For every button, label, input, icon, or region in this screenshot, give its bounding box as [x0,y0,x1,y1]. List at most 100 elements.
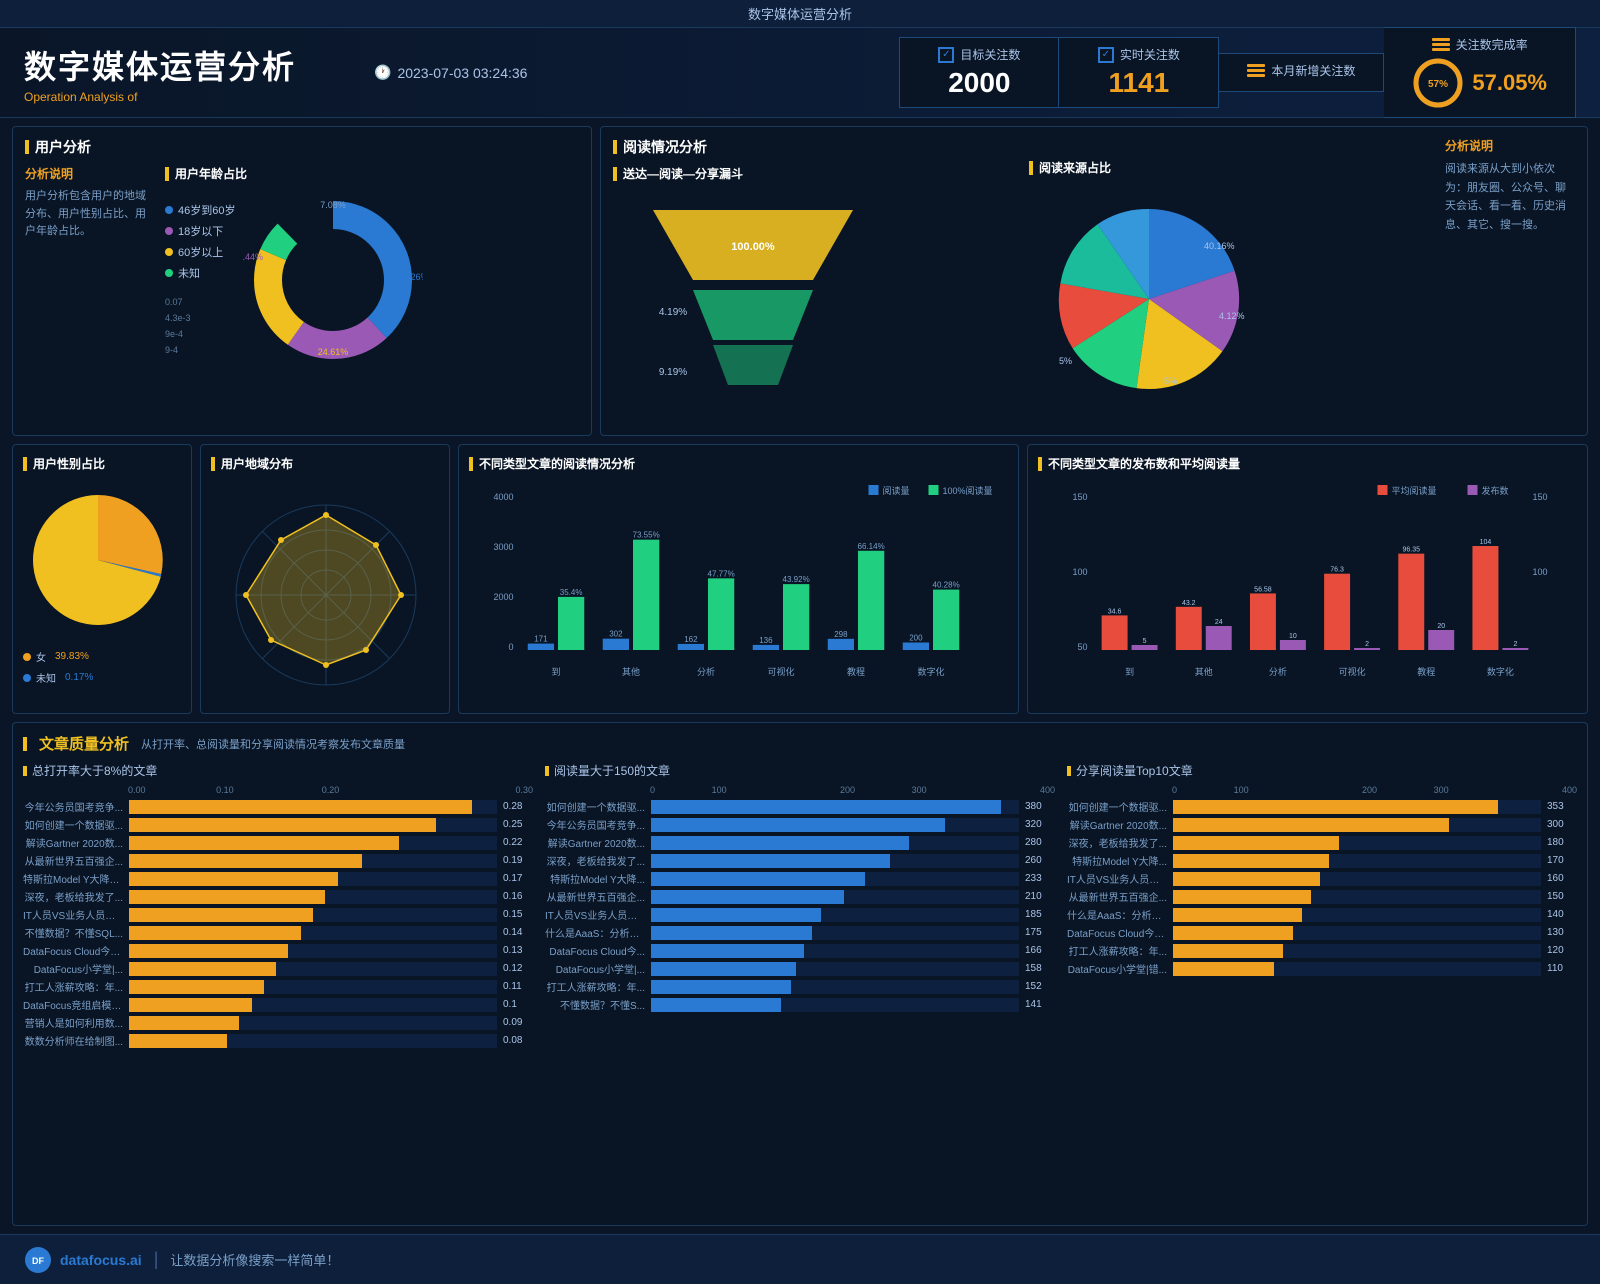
check-icon-1: ✓ [938,47,954,63]
user-analysis-title: 用户分析 [25,137,579,157]
svg-text:100: 100 [1532,567,1547,577]
list-item: 特斯拉Model Y大降价... 0.17 [23,871,533,886]
svg-text:76.3: 76.3 [1330,567,1344,574]
source-section: 阅读来源占比 [1029,137,1437,425]
list-item: IT人员VS业务人员利... 185 [545,907,1055,922]
svg-text:100%阅读量: 100%阅读量 [943,485,993,496]
article-quality-panel: 文章质量分析 从打开率、总阅读量和分享阅读情况考察发布文章质量 总打开率大于8%… [12,722,1588,1226]
footer-divider: | [154,1249,159,1270]
svg-text:3000: 3000 [493,542,513,552]
svg-text:104: 104 [1480,539,1492,546]
svg-text:教程: 教程 [1417,666,1435,677]
list-item: 从最新世界五百强企... 0.19 [23,853,533,868]
footer-logo: DF datafocus.ai [24,1246,142,1274]
svg-text:47.77%: 47.77% [708,569,735,578]
svg-text:43.92%: 43.92% [783,575,810,584]
page-subtitle: Operation Analysis of [24,90,344,104]
share-bars: 如何创建一个数据驱... 353 解读Gartner 2020数... 300 … [1067,799,1577,976]
list-item: 深夜，老板给我发了... 0.16 [23,889,533,904]
svg-text:59.83%: 59.83% [53,572,87,583]
gender-pie-chart: 59.83% [23,480,183,640]
list-item: 如何创建一个数据驱... 0.25 [23,817,533,832]
svg-text:162: 162 [684,635,698,644]
list-item: DataFocus小学堂|错... 110 [1067,961,1577,976]
svg-text:4.19%: 4.19% [659,307,687,318]
title-bar-reading [613,140,617,154]
stat-new-follows: 本月新增关注数 [1219,53,1384,92]
read-count-bars: 如何创建一个数据驱... 380 今年公务员国考竞争... 320 解读Gart… [545,799,1055,1012]
reading-source-desc: 分析说明 阅读来源从大到小依次为：朋友圈、公众号、聊天会话、看一看、历史消息、其… [1445,137,1575,425]
datetime: 🕐 2023-07-03 03:24:36 [374,64,527,81]
legend-dot-age2 [165,227,173,235]
svg-text:9.19%: 9.19% [659,367,687,378]
reading-analysis-panel: 阅读情况分析 送达—阅读—分享漏斗 [600,126,1588,436]
svg-text:302: 302 [609,630,623,639]
header: 数字媒体运营分析 Operation Analysis of 🕐 2023-07… [0,28,1600,118]
list-item: 营销人是如何利用数... 0.09 [23,1015,533,1030]
list-item: 从最新世界五百强企... 210 [545,889,1055,904]
svg-text:56.58: 56.58 [1254,586,1272,593]
check-icon-2: ✓ [1098,47,1114,63]
svg-text:24: 24 [1215,619,1223,626]
funnel-section: 阅读情况分析 送达—阅读—分享漏斗 [613,137,1021,425]
layers-icon-1 [1247,64,1265,78]
svg-text:73.55%: 73.55% [633,531,660,540]
svg-text:教程: 教程 [847,666,865,677]
list-item: IT人员VS业务人员利... 160 [1067,871,1577,886]
list-item: 如何创建一个数据驱... 353 [1067,799,1577,814]
svg-text:34.6: 34.6 [1108,608,1122,615]
svg-text:40.16%: 40.16% [1204,241,1235,251]
header-title-block: 数字媒体运营分析 Operation Analysis of [24,42,344,104]
svg-text:35.4%: 35.4% [560,588,583,597]
svg-text:200: 200 [909,634,923,643]
list-item: IT人员VS业务人员利... 0.15 [23,907,533,922]
svg-text:4000: 4000 [493,492,513,502]
svg-text:43.26%: 43.26% [398,272,423,282]
gender-panel: 用户性别占比 59.83% 女 39.83% [12,444,192,714]
clock-icon: 🕐 [374,64,391,81]
gender-dot-female [23,653,31,661]
article-type-publish-panel: 不同类型文章的发布数和平均阅读量 15010050150100平均阅读量发布数3… [1027,444,1588,714]
list-item: DataFocus小学堂|... 0.12 [23,961,533,976]
footer: DF datafocus.ai | 让数据分析像搜索一样简单！ [0,1234,1600,1284]
list-item: 从最新世界五百强企... 150 [1067,889,1577,904]
datafocus-logo-icon: DF [24,1246,52,1274]
article-type-read-panel: 不同类型文章的阅读情况分析 4000300020000阅读量100%阅读量171… [458,444,1019,714]
list-item: DataFocus小学堂|... 158 [545,961,1055,976]
svg-text:20: 20 [1437,623,1445,630]
stat-target: ✓ 目标关注数 2000 [899,37,1059,108]
svg-text:171: 171 [534,635,548,644]
funnel-chart: 100.00% 4.19% 9.19% [613,190,893,410]
stat-completion: 关注数完成率 57% 57.05% [1384,27,1576,118]
stat-realtime-value: 1141 [1087,67,1190,99]
list-item: DataFocus Cloud今... 166 [545,943,1055,958]
list-item: 什么是AaaS：分析即... 175 [545,925,1055,940]
svg-text:100: 100 [1072,567,1087,577]
list-item: DataFocus竞组启模玩... 0.1 [23,997,533,1012]
svg-text:150: 150 [1072,492,1087,502]
list-item: 特斯拉Model Y大降... 233 [545,871,1055,886]
quality-title: 文章质量分析 [39,733,129,754]
svg-text:298: 298 [834,630,848,639]
footer-slogan: 让数据分析像搜索一样简单！ [170,1250,339,1269]
svg-text:5%: 5% [1164,376,1177,386]
svg-text:66.14%: 66.14% [858,542,885,551]
list-item: 不懂数据？不懂S... 141 [545,997,1055,1012]
svg-text:DF: DF [32,1256,44,1266]
stat-target-value: 2000 [928,67,1030,99]
open-rate-bars: 今年公务员国考竞争... 0.28 如何创建一个数据驱... 0.25 解读Ga… [23,799,533,1048]
legend-dot-age4 [165,269,173,277]
svg-text:阅读量: 阅读量 [883,485,910,496]
open-rate-section: 总打开率大于8%的文章 0.00 0.10 0.20 0.30 今年公务员国考竞… [23,762,533,1209]
list-item: 解读Gartner 2020数... 0.22 [23,835,533,850]
svg-text:到: 到 [551,666,560,677]
svg-text:7.08%: 7.08% [321,200,347,210]
list-item: 不懂数据？不懂SQL... 0.14 [23,925,533,940]
svg-text:43.2: 43.2 [1182,600,1196,607]
completion-circle: 57% [1412,57,1464,109]
quality-title-bar [23,737,27,751]
svg-text:分析: 分析 [697,666,715,677]
svg-text:2000: 2000 [493,592,513,602]
svg-text:其他: 其他 [1195,666,1213,677]
age-chart: 用户年龄占比 46岁到60岁 18岁以下 [165,165,579,425]
